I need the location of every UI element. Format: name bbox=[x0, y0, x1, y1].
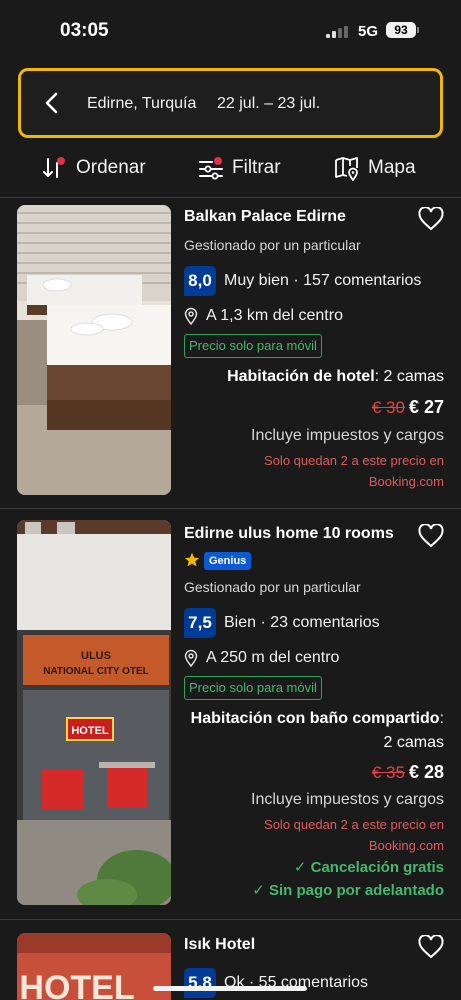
photo-sign-text: HOTEL bbox=[19, 969, 134, 1000]
price-row: € 35 € 28 bbox=[372, 762, 444, 783]
review-score-badge: 5,8 bbox=[184, 968, 216, 998]
map-icon bbox=[335, 157, 358, 181]
scarcity-note: Solo quedan 2 a este precio en Booking.c… bbox=[264, 453, 444, 489]
map-label: Mapa bbox=[368, 157, 416, 178]
network-label: 5G bbox=[358, 23, 379, 40]
results-toolbar: Ordenar Filtrar Mapa bbox=[0, 148, 461, 188]
current-price: € 27 bbox=[408, 397, 444, 417]
free-cancellation-perk: ✓ Cancelación gratis bbox=[293, 859, 444, 876]
review-score-badge: 8,0 bbox=[184, 266, 216, 296]
sort-button[interactable]: Ordenar bbox=[42, 148, 146, 188]
hotel-photo[interactable]: ULUS NATIONAL CITY OTEL HOTEL bbox=[17, 520, 171, 905]
star-icon bbox=[184, 552, 200, 567]
price-row: € 30 € 27 bbox=[372, 397, 444, 418]
home-indicator bbox=[153, 986, 307, 991]
hotel-name[interactable]: Isık Hotel bbox=[184, 936, 255, 954]
status-time: 03:05 bbox=[60, 20, 109, 41]
taxes-note: Incluye impuestos y cargos bbox=[251, 791, 444, 808]
back-arrow-icon[interactable] bbox=[41, 91, 65, 115]
review-summary: Bien · 23 comentarios bbox=[224, 614, 380, 631]
favorite-heart-icon[interactable] bbox=[418, 935, 444, 959]
review-summary: Muy bien · 157 comentarios bbox=[224, 272, 422, 289]
room-type: Habitación de hotel bbox=[227, 368, 375, 385]
host-type: Gestionado por un particular bbox=[184, 579, 361, 595]
taxes-note: Incluye impuestos y cargos bbox=[251, 427, 444, 444]
signal-icon bbox=[326, 26, 350, 38]
search-summary-box[interactable]: Edirne, Turquía 22 jul. – 23 jul. bbox=[18, 68, 443, 138]
battery-icon: 93 bbox=[386, 22, 416, 38]
room-info: Habitación con baño compartido: bbox=[191, 710, 444, 728]
map-button[interactable]: Mapa bbox=[334, 148, 416, 188]
divider bbox=[0, 197, 461, 198]
current-price: € 28 bbox=[408, 762, 444, 782]
sort-label: Ordenar bbox=[76, 157, 146, 178]
old-price: € 30 bbox=[371, 398, 405, 417]
no-prepayment-perk: ✓ Sin pago por adelantado bbox=[252, 882, 444, 899]
location-pin-icon bbox=[184, 307, 198, 325]
location-pin-icon bbox=[184, 649, 198, 667]
photo-sign-text: NATIONAL CITY OTEL bbox=[43, 666, 149, 677]
room-beds: : 2 camas bbox=[374, 368, 444, 385]
filter-label: Filtrar bbox=[232, 157, 281, 178]
scarcity-note: Solo quedan 2 a este precio en Booking.c… bbox=[264, 817, 444, 853]
room-type: Habitación con baño compartido bbox=[190, 710, 440, 727]
hotel-photo[interactable]: HOTEL bbox=[17, 933, 171, 1000]
status-bar: 03:05 5G 93 bbox=[0, 0, 461, 62]
sort-icon bbox=[43, 157, 65, 178]
photo-sign-text: ULUS bbox=[81, 650, 111, 662]
search-location: Edirne, Turquía bbox=[87, 95, 197, 112]
divider bbox=[0, 508, 461, 509]
distance-to-center: A 1,3 km del centro bbox=[206, 307, 343, 324]
search-dates: 22 jul. – 23 jul. bbox=[217, 95, 321, 112]
favorite-heart-icon[interactable] bbox=[418, 524, 444, 548]
room-beds-colon: : bbox=[439, 710, 444, 727]
genius-badge: Genius bbox=[204, 552, 252, 570]
hotel-name[interactable]: Edirne ulus home 10 rooms bbox=[184, 525, 394, 543]
room-info: Habitación de hotel: 2 camas bbox=[227, 368, 444, 386]
filter-button[interactable]: Filtrar bbox=[198, 148, 281, 188]
divider bbox=[0, 919, 461, 920]
room-beds: 2 camas bbox=[383, 734, 444, 751]
distance-to-center: A 250 m del centro bbox=[206, 649, 340, 666]
old-price: € 35 bbox=[371, 763, 405, 782]
review-score-badge: 7,5 bbox=[184, 608, 216, 638]
host-type: Gestionado por un particular bbox=[184, 237, 361, 253]
mobile-price-badge: Precio solo para móvil bbox=[184, 676, 322, 700]
photo-hotel-sign: HOTEL bbox=[71, 725, 109, 737]
hotel-name[interactable]: Balkan Palace Edirne bbox=[184, 208, 346, 226]
hotel-photo[interactable] bbox=[17, 205, 171, 495]
mobile-price-badge: Precio solo para móvil bbox=[184, 334, 322, 358]
filter-icon bbox=[199, 157, 223, 180]
favorite-heart-icon[interactable] bbox=[418, 207, 444, 231]
